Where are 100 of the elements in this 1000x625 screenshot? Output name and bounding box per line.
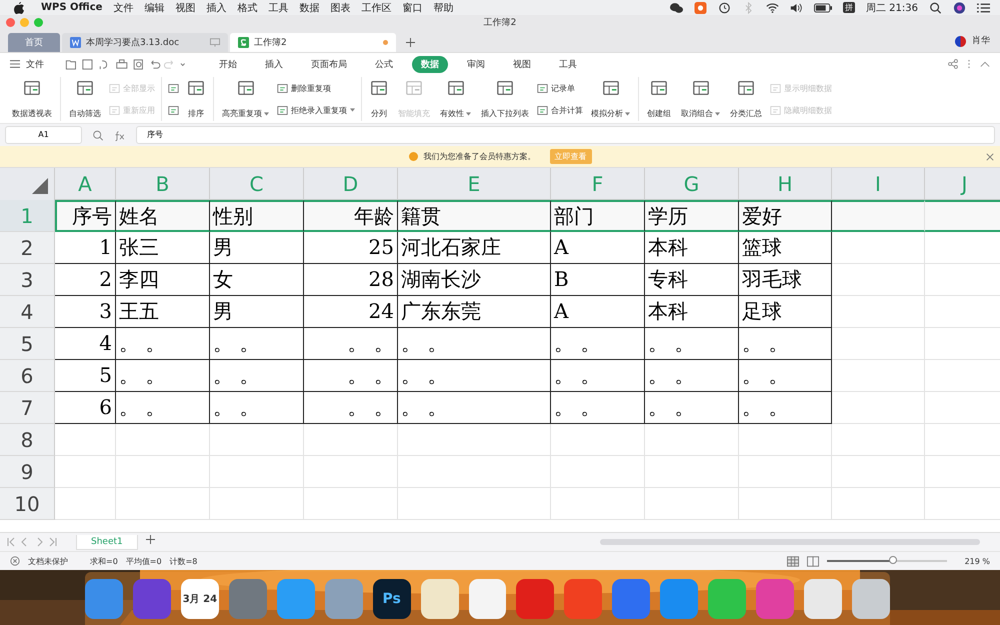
row-header[interactable]: 2 [0,232,55,264]
app-icon[interactable] [516,578,554,618]
ribbon-button[interactable]: 高亮重复项 [218,77,273,121]
name-box[interactable]: A1 [5,126,82,144]
table-cell[interactable]: A [551,296,645,328]
table-cell[interactable]: 广东东莞 [398,296,551,328]
row-header[interactable]: 5 [0,328,55,360]
table-cell[interactable]: 男 [210,232,304,264]
ribbon-tab[interactable]: 视图 [504,56,540,72]
close-icon[interactable] [986,152,994,160]
table-cell[interactable]: 爱好 [739,200,832,232]
app-icon[interactable] [852,578,890,618]
app-icon[interactable] [228,578,267,618]
zoom-button[interactable] [34,18,43,27]
ribbon-button[interactable] [166,82,181,94]
app-icon[interactable] [708,578,746,618]
table-cell[interactable]: 。 。 [304,392,398,424]
menu-item[interactable]: 帮助 [433,0,454,14]
menu-item[interactable]: 工作区 [361,0,392,14]
row-header[interactable]: 6 [0,360,55,392]
siri-icon[interactable] [953,2,966,14]
add-tab-icon[interactable] [406,38,415,47]
table-cell[interactable]: 年龄 [304,200,398,232]
table-cell[interactable]: 1 [55,232,116,264]
clock-text[interactable]: 周二 21:36 [866,0,918,14]
menu-item[interactable]: 窗口 [402,0,422,14]
ribbon-button[interactable]: 删除重复项 [275,82,357,94]
document-tab[interactable]: 本周学习要点3.13.doc [62,33,228,52]
search-icon[interactable] [929,2,942,14]
ribbon-button[interactable]: 拒绝录入重复项 [275,104,357,116]
app-icon[interactable] [276,578,315,618]
menu-item[interactable]: 工具 [268,0,288,14]
sun-icon[interactable] [694,2,707,14]
app-menu[interactable]: WPS Office [41,2,102,13]
list-icon[interactable] [977,2,990,14]
clock-icon[interactable] [718,2,731,14]
share-icon[interactable] [948,59,958,69]
row-header[interactable]: 9 [0,456,55,488]
row-header[interactable]: 7 [0,392,55,424]
app-icon[interactable]: 3月 24 [180,578,219,618]
table-cell[interactable]: 学历 [645,200,739,232]
app-icon[interactable] [132,578,171,618]
ribbon-tab[interactable]: 页面布局 [302,56,356,72]
ribbon-button[interactable] [166,104,181,116]
app-icon[interactable] [85,578,123,618]
table-cell[interactable]: 。 。 [551,392,645,424]
row-header[interactable]: 4 [0,296,55,328]
table-cell[interactable]: B [551,264,645,296]
ribbon-tab[interactable]: 审阅 [458,56,494,72]
ribbon-tab[interactable]: 工具 [550,56,586,72]
table-cell[interactable]: 。 。 [116,392,210,424]
table-cell[interactable]: 部门 [551,200,645,232]
table-cell[interactable]: 25 [304,232,398,264]
table-cell[interactable]: 。 。 [210,392,304,424]
row-header[interactable]: 10 [0,488,55,520]
chat-icon[interactable] [670,2,683,14]
app-icon[interactable] [564,578,602,618]
table-cell[interactable]: 本科 [645,232,739,264]
table-cell[interactable]: 。 。 [645,360,739,392]
table-cell[interactable]: 专科 [645,264,739,296]
table-cell[interactable]: 。 。 [551,328,645,360]
app-icon[interactable] [756,578,794,618]
app-icon[interactable] [468,578,506,618]
app-icon[interactable] [324,578,363,618]
menu-icon[interactable] [10,59,20,69]
table-cell[interactable]: 王五 [116,296,210,328]
zoom-icon[interactable] [92,130,104,140]
ribbon-button[interactable]: 排序 [183,77,209,121]
menu-item[interactable]: 编辑 [144,0,164,14]
ribbon-button[interactable]: 合并计算 [535,104,585,116]
table-cell[interactable]: 。 。 [551,360,645,392]
app-icon[interactable]: Ps [372,578,411,618]
table-cell[interactable]: A [551,232,645,264]
table-cell[interactable]: 5 [55,360,116,392]
zoom-level[interactable]: 219 % [964,556,990,566]
menu-item[interactable]: 格式 [237,0,258,14]
table-cell[interactable]: 性别 [210,200,304,232]
table-cell[interactable]: 男 [210,296,304,328]
document-tab[interactable]: 工作簿2 [230,33,396,52]
ribbon-button[interactable]: 数据透视表 [8,77,56,121]
table-cell[interactable]: 。 。 [304,328,398,360]
table-cell[interactable]: 本科 [645,296,739,328]
table-cell[interactable]: 足球 [739,296,832,328]
table-cell[interactable]: 。 。 [210,360,304,392]
table-cell[interactable]: 。 。 [116,328,210,360]
table-cell[interactable]: 湖南长沙 [398,264,551,296]
ribbon-button[interactable]: 分类汇总 [726,77,766,121]
table-cell[interactable]: 姓名 [116,200,210,232]
function-icon[interactable] [114,130,126,140]
table-cell[interactable]: 3 [55,296,116,328]
table-cell[interactable]: 。 。 [304,360,398,392]
menu-item[interactable]: 文件 [113,0,134,14]
battery-icon[interactable] [814,2,832,14]
horizontal-scrollbar[interactable] [600,539,980,545]
menu-item[interactable]: 插入 [206,0,226,14]
table-cell[interactable]: 张三 [116,232,210,264]
close-button[interactable] [6,18,15,27]
table-cell[interactable]: 。 。 [398,328,551,360]
minimize-button[interactable] [20,18,29,27]
table-cell[interactable]: 籍贯 [398,200,551,232]
